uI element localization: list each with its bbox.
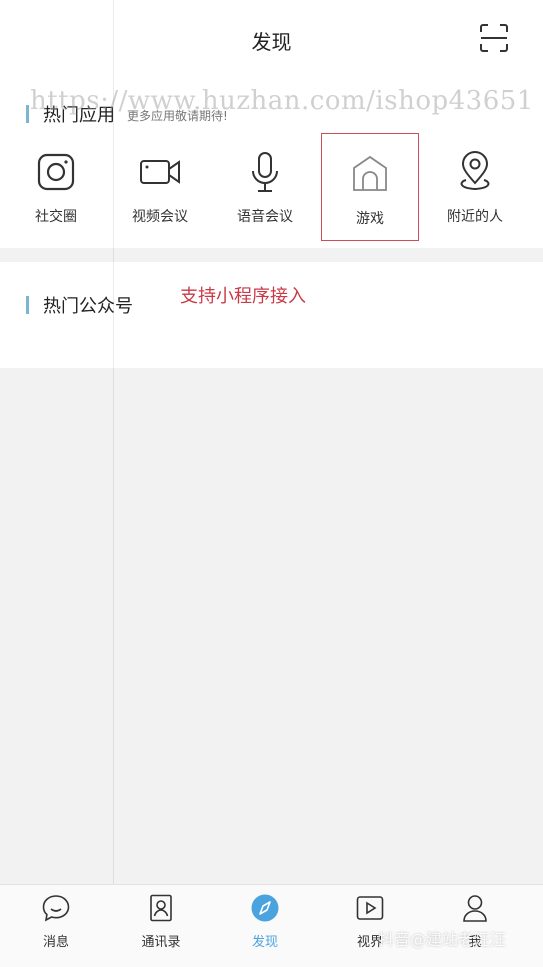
tab-me[interactable]: 我 — [421, 885, 529, 967]
play-video-icon — [355, 893, 385, 923]
app-video-meeting[interactable]: 视频会议 — [111, 132, 209, 240]
app-social-circle[interactable]: 社交圈 — [7, 132, 105, 240]
hot-accounts-card: 热门公众号 — [0, 262, 543, 368]
tab-contacts[interactable]: 通讯录 — [107, 885, 215, 967]
app-label: 视频会议 — [132, 209, 188, 225]
location-pin-icon — [453, 150, 497, 194]
tab-discover[interactable]: 发现 — [211, 885, 319, 967]
image-seam-line — [113, 0, 114, 967]
tab-horizon[interactable]: 视界 — [316, 885, 424, 967]
apps-row: 社交圈 视频会议 语音会议 游戏 附近的人 — [0, 132, 543, 244]
tab-label: 消息 — [42, 935, 69, 950]
hot-apps-subtitle: 更多应用敬请期待! — [127, 109, 228, 123]
hot-apps-header: 热门应用 更多应用敬请期待! — [26, 101, 228, 127]
chat-bubble-icon — [41, 893, 71, 923]
tab-label: 通讯录 — [141, 935, 181, 950]
tab-label: 发现 — [251, 935, 278, 950]
app-label: 语音会议 — [237, 209, 293, 225]
contact-card-icon — [146, 893, 176, 923]
app-voice-meeting[interactable]: 语音会议 — [216, 132, 314, 240]
app-label: 附近的人 — [447, 209, 503, 225]
page-title: 发现 — [251, 30, 292, 54]
hot-apps-title: 热门应用 — [43, 105, 115, 126]
hot-accounts-title: 热门公众号 — [43, 296, 133, 317]
section-accent-bar — [26, 296, 29, 314]
camera-icon — [34, 150, 78, 194]
person-icon — [460, 893, 490, 923]
tab-messages[interactable]: 消息 — [2, 885, 110, 967]
microphone-icon — [243, 150, 287, 194]
tab-label: 视界 — [356, 935, 383, 950]
app-nearby-people[interactable]: 附近的人 — [426, 132, 524, 240]
app-label: 游戏 — [356, 211, 384, 227]
top-bar: 发现 — [0, 0, 543, 80]
tab-label: 我 — [468, 935, 482, 950]
house-icon — [348, 152, 392, 196]
bottom-tab-bar: 消息 通讯录 发现 视界 我 — [0, 884, 543, 967]
compass-icon — [250, 893, 280, 923]
video-camera-icon — [138, 150, 182, 194]
mini-program-annotation: 支持小程序接入 — [180, 286, 306, 307]
app-games[interactable]: 游戏 — [321, 133, 419, 241]
discover-page: 发现 热门应用 更多应用敬请期待! 社交圈 视频会议 语音会议 游戏 附近的人 … — [0, 0, 543, 967]
scan-icon[interactable] — [478, 22, 510, 54]
hot-apps-card: 热门应用 更多应用敬请期待! 社交圈 视频会议 语音会议 游戏 附近的人 — [0, 80, 543, 248]
section-accent-bar — [26, 105, 29, 123]
hot-accounts-header: 热门公众号 — [26, 292, 133, 318]
app-label: 社交圈 — [35, 209, 77, 225]
